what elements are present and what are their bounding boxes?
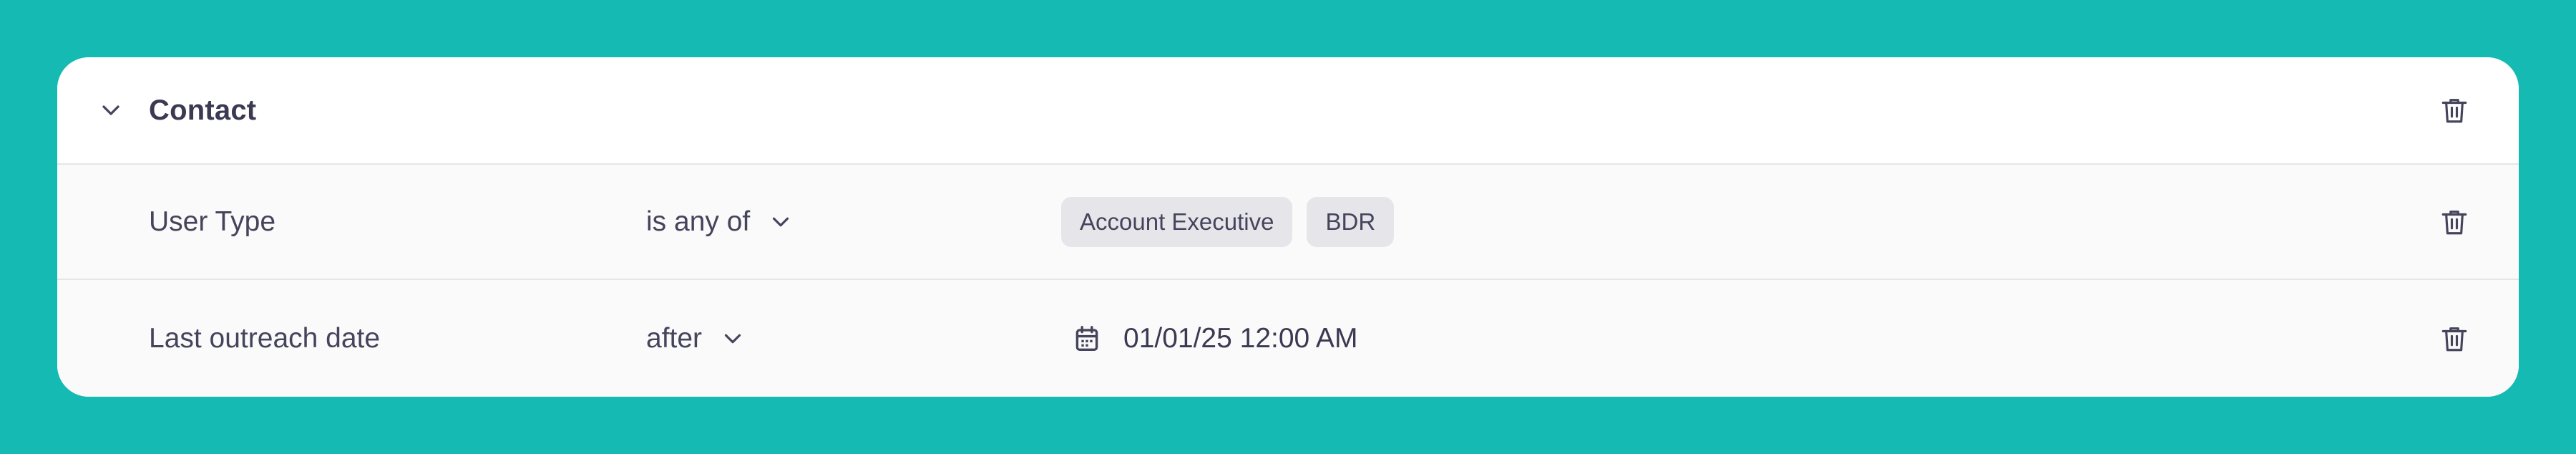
filter-group-card: Contact User Type is any of Account Exec… [57, 57, 2519, 397]
teal-frame: Contact User Type is any of Account Exec… [0, 0, 2576, 454]
values-multiselect[interactable]: Account Executive BDR [1061, 196, 1395, 247]
delete-group-trash-icon[interactable] [2436, 92, 2472, 128]
date-value-text: 01/01/25 12:00 AM [1123, 322, 1358, 354]
calendar-icon [1075, 325, 1098, 351]
group-header: Contact [57, 57, 2519, 165]
delete-condition-trash-icon[interactable] [2436, 204, 2472, 240]
chevron-down-icon [773, 217, 789, 226]
delete-condition-trash-icon[interactable] [2436, 321, 2472, 357]
condition-field-label[interactable]: User Type [149, 206, 275, 238]
value-tag[interactable]: Account Executive [1061, 196, 1293, 247]
value-tag[interactable]: BDR [1307, 196, 1395, 247]
condition-row: User Type is any of Account Executive BD… [57, 165, 2519, 280]
operator-label: is any of [646, 206, 751, 237]
operator-select[interactable]: after [646, 323, 746, 354]
chevron-down-icon[interactable] [94, 94, 127, 127]
operator-label: after [646, 322, 703, 354]
date-picker[interactable]: 01/01/25 12:00 AM [1075, 323, 1357, 354]
group-title: Contact [149, 94, 257, 126]
condition-field-label[interactable]: Last outreach date [149, 323, 380, 354]
condition-row: Last outreach date after 01/01/25 12:00 … [57, 280, 2519, 397]
chevron-down-icon [724, 334, 741, 343]
operator-select[interactable]: is any of [646, 206, 794, 238]
